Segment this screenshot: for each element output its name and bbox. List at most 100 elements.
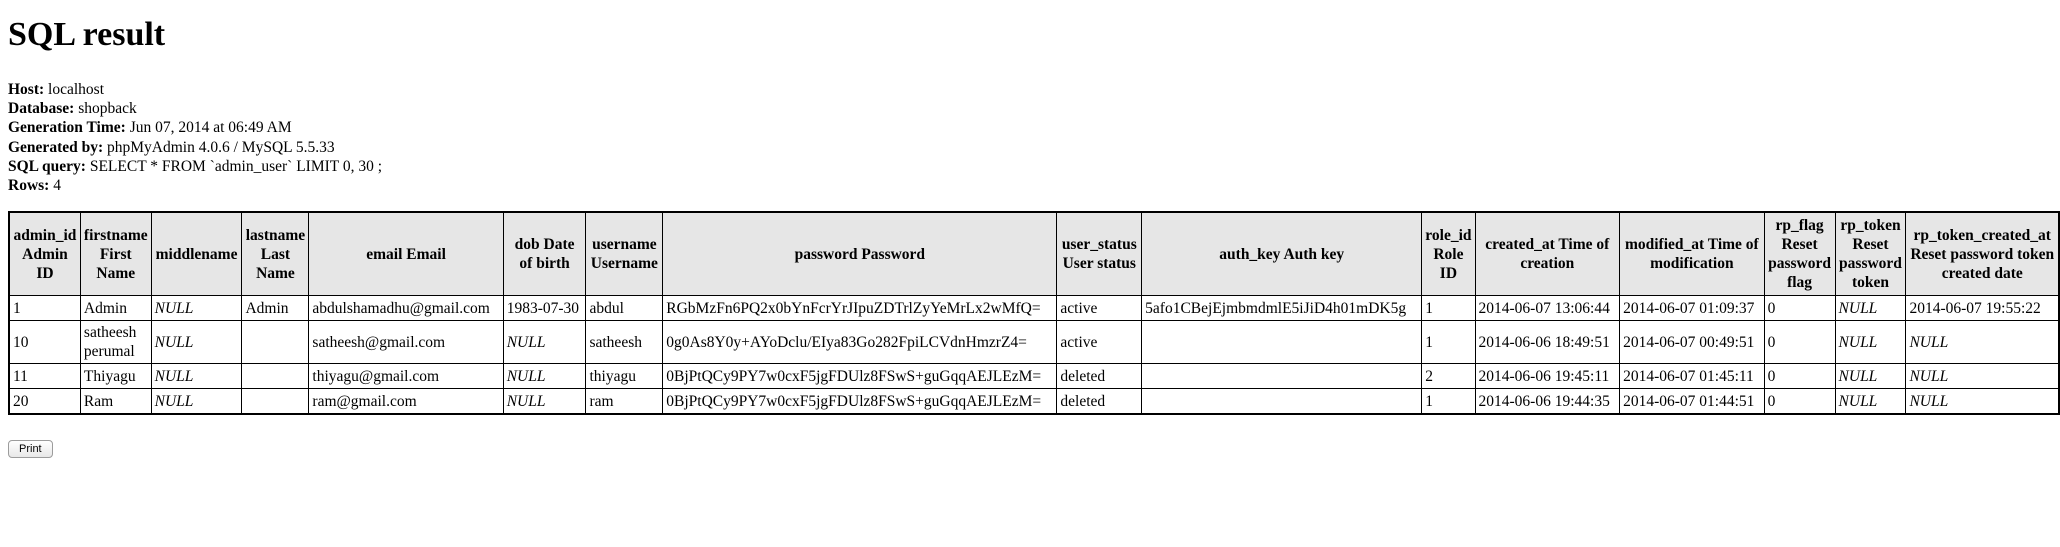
header-firstname: firstname First Name: [79, 211, 152, 296]
cell-email: satheesh@gmail.com: [308, 320, 504, 364]
meta-sql-query: SQL query: SELECT * FROM `admin_user` LI…: [8, 157, 382, 176]
cell-user-status: active: [1056, 295, 1143, 321]
header-rp-flag: rp_flag Reset password flag: [1763, 211, 1836, 296]
cell-username: thiyagu: [585, 363, 664, 389]
cell-created-at: 2014-06-07 13:06:44: [1474, 295, 1621, 321]
result-table: admin_id Admin ID firstname First Name m…: [8, 211, 2060, 415]
cell-created-at: 2014-06-06 18:49:51: [1474, 320, 1621, 364]
meta-generation-time-label: Generation Time:: [8, 119, 126, 137]
meta-rows: Rows: 4: [8, 176, 382, 195]
cell-auth-key: [1141, 388, 1423, 415]
meta-sql-query-label: SQL query:: [8, 157, 86, 175]
meta-host-value: localhost: [48, 81, 105, 98]
meta-rows-label: Rows:: [8, 177, 50, 195]
header-middlename: middlename: [150, 211, 243, 296]
cell-lastname: [241, 320, 310, 364]
table-row: 11 Thiyagu NULL thiyagu@gmail.com NULL t…: [8, 363, 2060, 389]
cell-auth-key: 5afo1CBejEjmbmdmlE5iJiD4h01mDK5g: [1141, 295, 1423, 321]
cell-rp-flag: 0: [1763, 320, 1836, 364]
meta-generated-by-value: phpMyAdmin 4.0.6 / MySQL 5.5.33: [107, 138, 335, 156]
cell-password: 0g0As8Y0y+AYoDclu/EIya83Go282FpiLCVdnHmz…: [662, 320, 1058, 364]
cell-firstname: satheesh perumal: [79, 320, 152, 364]
header-email: email Email: [308, 211, 504, 296]
cell-rp-token-created-at: NULL: [1905, 388, 2060, 415]
cell-rp-token-created-at: 2014-06-07 19:55:22: [1905, 295, 2060, 321]
meta-database: Database: shopback: [8, 99, 382, 118]
cell-rp-token: NULL: [1834, 363, 1907, 389]
cell-role-id: 1: [1421, 295, 1476, 321]
print-button[interactable]: Print: [8, 440, 53, 458]
table-row: 1 Admin NULL Admin abdulshamadhu@gmail.c…: [8, 295, 2060, 321]
cell-modified-at: 2014-06-07 01:44:51: [1619, 388, 1765, 415]
cell-middlename: NULL: [150, 320, 243, 364]
cell-firstname: Thiyagu: [79, 363, 152, 389]
cell-rp-flag: 0: [1763, 388, 1836, 415]
cell-admin-id: 1: [8, 295, 81, 321]
cell-email: ram@gmail.com: [308, 388, 504, 415]
page-title: SQL result: [8, 16, 166, 53]
meta-database-value: shopback: [78, 100, 137, 118]
cell-rp-flag: 0: [1763, 363, 1836, 389]
cell-dob: NULL: [502, 363, 587, 389]
cell-firstname: Ram: [79, 388, 152, 415]
header-modified-at: modified_at Time of modification: [1619, 211, 1765, 296]
cell-email: abdulshamadhu@gmail.com: [308, 295, 504, 321]
cell-firstname: Admin: [79, 295, 152, 321]
cell-dob: NULL: [502, 388, 587, 415]
cell-email: thiyagu@gmail.com: [308, 363, 504, 389]
header-user-status: user_status User status: [1056, 211, 1143, 296]
header-role-id: role_id Role ID: [1421, 211, 1476, 296]
header-rp-token: rp_token Reset password token: [1834, 211, 1907, 296]
cell-password: RGbMzFn6PQ2x0bYnFcrYrJIpuZDTrlZyYeMrLx2w…: [662, 295, 1058, 321]
cell-modified-at: 2014-06-07 01:45:11: [1619, 363, 1765, 389]
cell-auth-key: [1141, 363, 1423, 389]
meta-host-label: Host:: [8, 81, 45, 98]
meta-rows-value: 4: [53, 177, 61, 195]
cell-rp-token: NULL: [1834, 295, 1907, 321]
cell-created-at: 2014-06-06 19:45:11: [1474, 363, 1621, 389]
header-dob: dob Date of birth: [502, 211, 587, 296]
header-created-at: created_at Time of creation: [1474, 211, 1621, 296]
cell-user-status: deleted: [1056, 363, 1143, 389]
cell-created-at: 2014-06-06 19:44:35: [1474, 388, 1621, 415]
table-row: 20 Ram NULL ram@gmail.com NULL ram 0BjPt…: [8, 388, 2060, 415]
meta-host: Host: localhost: [8, 80, 382, 99]
cell-rp-token-created-at: NULL: [1905, 363, 2060, 389]
cell-rp-token: NULL: [1834, 388, 1907, 415]
cell-role-id: 1: [1421, 388, 1476, 415]
header-rp-token-created-at: rp_token_created_at Reset password token…: [1905, 211, 2060, 296]
cell-dob: NULL: [502, 320, 587, 364]
header-auth-key: auth_key Auth key: [1141, 211, 1423, 296]
cell-lastname: [241, 388, 310, 415]
meta-generation-time-value: Jun 07, 2014 at 06:49 AM: [129, 119, 292, 137]
cell-rp-flag: 0: [1763, 295, 1836, 321]
cell-password: 0BjPtQCy9PY7w0cxF5jgFDUlz8FSwS+guGqqAEJL…: [662, 363, 1058, 389]
meta-generated-by: Generated by: phpMyAdmin 4.0.6 / MySQL 5…: [8, 138, 382, 157]
cell-auth-key: [1141, 320, 1423, 364]
cell-rp-token: NULL: [1834, 320, 1907, 364]
meta-generation-time: Generation Time: Jun 07, 2014 at 06:49 A…: [8, 118, 382, 137]
cell-username: satheesh: [585, 320, 664, 364]
cell-user-status: deleted: [1056, 388, 1143, 415]
cell-admin-id: 20: [8, 388, 81, 415]
cell-admin-id: 10: [8, 320, 81, 364]
cell-username: ram: [585, 388, 664, 415]
cell-admin-id: 11: [8, 363, 81, 389]
header-admin-id: admin_id Admin ID: [8, 211, 81, 296]
header-password: password Password: [662, 211, 1058, 296]
cell-user-status: active: [1056, 320, 1143, 364]
meta-database-label: Database:: [8, 100, 75, 118]
cell-role-id: 1: [1421, 320, 1476, 364]
cell-dob: 1983-07-30: [502, 295, 587, 321]
cell-middlename: NULL: [150, 295, 243, 321]
cell-middlename: NULL: [150, 363, 243, 389]
cell-lastname: [241, 363, 310, 389]
header-username: username Username: [585, 211, 664, 296]
meta-sql-query-value: SELECT * FROM `admin_user` LIMIT 0, 30 ;: [89, 157, 383, 175]
meta-generated-by-label: Generated by:: [8, 138, 104, 156]
cell-rp-token-created-at: NULL: [1905, 320, 2060, 364]
result-meta: Host: localhost Database: shopback Gener…: [8, 80, 382, 195]
cell-middlename: NULL: [150, 388, 243, 415]
table-row: 10 satheesh perumal NULL satheesh@gmail.…: [8, 320, 2060, 364]
cell-password: 0BjPtQCy9PY7w0cxF5jgFDUlz8FSwS+guGqqAEJL…: [662, 388, 1058, 415]
